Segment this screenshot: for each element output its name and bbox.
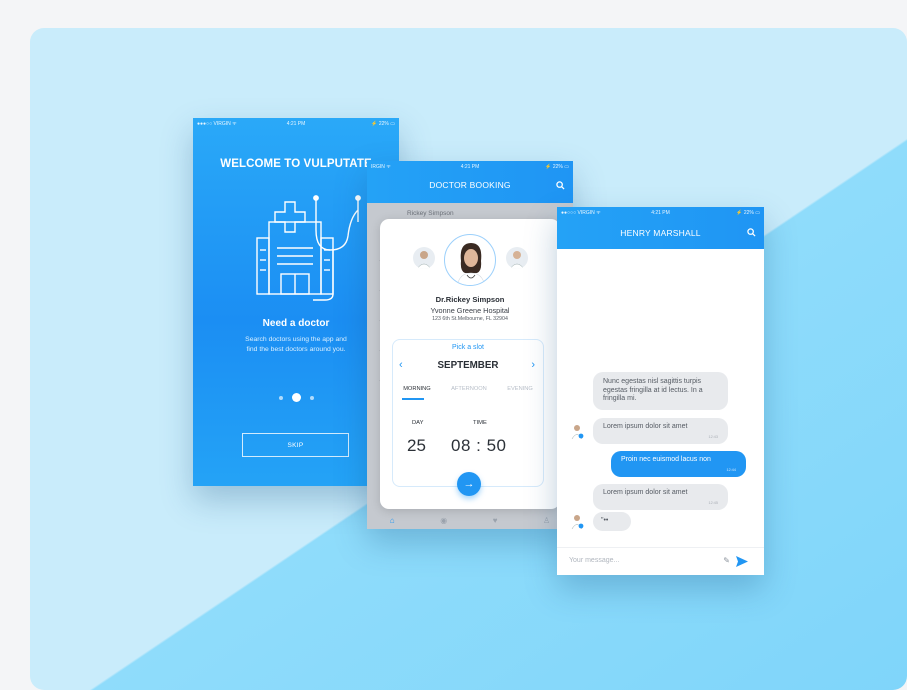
doctor-mini-avatar bbox=[571, 515, 584, 529]
booking-header: IRGIN ᯤ 4:21 PM ⚡ 22% ▭ DOCTOR BOOKING bbox=[367, 161, 573, 203]
message-text: Nunc egestas nisl sagittis turpis egesta… bbox=[603, 378, 703, 402]
doctor-avatar-next[interactable] bbox=[506, 247, 528, 269]
message-timestamp: 12:44 bbox=[726, 467, 736, 472]
chat-header: ●●○○○ VIRGIN ᯤ 4:21 PM ⚡ 22% ▭ HENRY MAR… bbox=[557, 207, 764, 249]
pick-slot-label: Pick a slot bbox=[452, 344, 484, 351]
time-value[interactable]: 08 : 50 bbox=[451, 436, 507, 456]
status-bar: IRGIN ᯤ 4:21 PM ⚡ 22% ▭ bbox=[367, 161, 573, 173]
search-icon[interactable] bbox=[747, 228, 756, 237]
hospital-illustration-icon bbox=[256, 195, 361, 301]
clock: 4:21 PM bbox=[286, 121, 306, 127]
chat-screen: ●●○○○ VIRGIN ᯤ 4:21 PM ⚡ 22% ▭ HENRY MAR… bbox=[557, 207, 764, 575]
hospital-name: Yvonne Greene Hospital bbox=[430, 306, 510, 315]
paperclip-icon[interactable]: ✎ bbox=[723, 556, 730, 565]
tab-morning[interactable]: MORNING bbox=[403, 386, 431, 392]
doctor-booking-screen: IRGIN ᯤ 4:21 PM ⚡ 22% ▭ DOCTOR BOOKING R… bbox=[367, 161, 573, 529]
chevron-right-icon[interactable]: › bbox=[531, 359, 535, 371]
arrow-right-icon[interactable]: → bbox=[457, 472, 481, 496]
status-bar: ●●●○○ VIRGIN ᯤ 4:21 PM ⚡ 22% ▭ bbox=[193, 118, 399, 130]
message-bubble-incoming[interactable]: Nunc egestas nisl sagittis turpis egesta… bbox=[593, 372, 728, 410]
message-input[interactable]: Your message... bbox=[569, 557, 619, 564]
message-text: Proin nec euismod lacus non bbox=[621, 456, 711, 463]
page-dot-1[interactable] bbox=[278, 395, 283, 400]
tab-bar: ⌂ ◉ ♥ ♙ bbox=[367, 511, 573, 529]
doctor-detail-card: Dr.Rickey Simpson Yvonne Greene Hospital… bbox=[380, 219, 560, 509]
contact-name: HENRY MARSHALL bbox=[620, 228, 701, 238]
clock: 4:21 PM bbox=[651, 210, 670, 216]
search-icon[interactable] bbox=[556, 181, 565, 190]
day-value[interactable]: 25 bbox=[407, 436, 426, 456]
send-icon[interactable] bbox=[736, 556, 748, 567]
skip-button[interactable]: SKIP bbox=[242, 433, 349, 457]
typing-indicator: "•• bbox=[593, 512, 631, 531]
heart-icon[interactable]: ♥ bbox=[493, 516, 498, 525]
profile-icon[interactable]: ♙ bbox=[543, 516, 550, 525]
doctor-mini-avatar bbox=[571, 425, 584, 439]
message-timestamp: 12:45 bbox=[708, 500, 718, 505]
background-doctor-name: Rickey Simpson bbox=[407, 210, 454, 217]
period-tabs: MORNING AFTERNOON EVENING bbox=[393, 386, 543, 392]
message-bubble-incoming[interactable]: Lorem ipsum dolor sit amet 12:45 bbox=[593, 484, 728, 510]
typing-dots: "•• bbox=[601, 517, 609, 524]
message-text: Lorem ipsum dolor sit amet bbox=[603, 423, 688, 430]
home-icon[interactable]: ⌂ bbox=[390, 516, 395, 525]
doctor-name: Dr.Rickey Simpson bbox=[435, 295, 505, 304]
hospital-address: 123 6th St.Melbourne, FL 32904 bbox=[432, 316, 508, 322]
message-composer: Your message... ✎ bbox=[557, 547, 764, 575]
slot-picker: Pick a slot ‹ SEPTEMBER › MORNING AFTERN… bbox=[392, 339, 544, 487]
tab-afternoon[interactable]: AFTERNOON bbox=[451, 386, 487, 392]
message-timestamp: 12:43 bbox=[708, 434, 718, 439]
month-label: SEPTEMBER bbox=[437, 360, 499, 371]
message-bubble-incoming[interactable]: Lorem ipsum dolor sit amet 12:43 bbox=[593, 418, 728, 444]
page-dot-2-active[interactable] bbox=[291, 393, 301, 402]
booking-title: DOCTOR BOOKING bbox=[429, 180, 511, 190]
day-label: DAY bbox=[412, 420, 424, 426]
tab-underline bbox=[402, 398, 424, 400]
clock: 4:21 PM bbox=[460, 164, 480, 170]
message-bubble-outgoing[interactable]: Proin nec euismod lacus non 12:44 bbox=[611, 451, 746, 477]
time-label: TIME bbox=[473, 420, 487, 426]
doctor-avatar-prev[interactable] bbox=[413, 247, 435, 269]
welcome-description: Search doctors using the app and find th… bbox=[245, 336, 347, 353]
status-bar: ●●○○○ VIRGIN ᯤ 4:21 PM ⚡ 22% ▭ bbox=[557, 207, 764, 219]
doctor-avatar-main[interactable] bbox=[444, 234, 496, 286]
chat-icon[interactable]: ◉ bbox=[440, 516, 447, 525]
page-dot-3[interactable] bbox=[309, 395, 314, 400]
tab-evening[interactable]: EVENING bbox=[507, 386, 533, 392]
message-text: Lorem ipsum dolor sit amet bbox=[603, 489, 688, 496]
